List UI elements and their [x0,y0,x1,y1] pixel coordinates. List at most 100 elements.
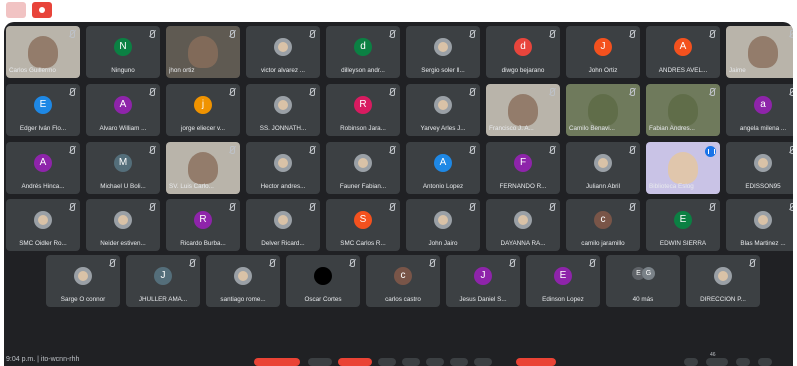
mic-off-icon [510,259,515,267]
record-icon[interactable] [32,2,52,18]
participant-tile[interactable]: Jaime [726,26,793,78]
participant-tile[interactable]: S SMC Carlos R... [326,199,400,251]
participant-tile[interactable]: A Andrés Hinca... [6,142,80,194]
participant-name: Delver Ricard... [261,240,305,247]
participant-tile[interactable]: SS. JONNATH... [246,84,320,136]
avatar: E [554,267,572,285]
participant-tile[interactable]: DAYANNA RA... [486,199,560,251]
participant-tile[interactable]: R Ricardo Burba... [166,199,240,251]
participant-tile[interactable]: A Alvaro William ... [86,84,160,136]
participant-tile[interactable]: SV. Luis Carlo... [166,142,240,194]
participant-name: John Jairo [428,240,458,247]
participant-name: Camilo Benavi... [569,125,615,132]
avatar-photo [434,38,452,56]
participant-tile[interactable]: DIRECCIÓN P... [686,255,760,307]
mic-off-icon [550,88,555,96]
participant-tile[interactable]: a angela milena ... [726,84,793,136]
participant-tile[interactable]: Juliann Abril [566,142,640,194]
participant-tile[interactable]: Carlos Guillermo [6,26,80,78]
present-button[interactable] [426,358,444,366]
participant-name: Hector andres... [260,183,306,190]
tab-icon[interactable] [6,2,26,18]
people-button[interactable]: 46 [706,352,728,366]
participant-tile[interactable]: Sarge O connor [46,255,120,307]
mic-off-icon [230,146,235,154]
participant-tile[interactable]: N Ninguno [86,26,160,78]
mic-toggle-button[interactable] [254,358,300,366]
more-options-button[interactable] [474,358,492,366]
participant-tile[interactable]: M Michael U Boli... [86,142,160,194]
participant-tile[interactable]: Yarvey Arles J... [406,84,480,136]
tile-row: Sarge O connor J JHULLER AMA... santiago ro… [4,255,793,307]
participant-tile[interactable]: E EDWIN SIERRA [646,199,720,251]
raise-hand-button[interactable] [450,358,468,366]
participant-name: jhon ortiz [169,67,195,74]
participant-tile[interactable]: Oscar Cortes [286,255,360,307]
participant-name: Jaime [729,67,746,74]
participant-tile[interactable]: victor alvarez ... [246,26,320,78]
participant-tile[interactable]: SMC Oidler Ro... [6,199,80,251]
avatar: R [194,211,212,229]
participant-tile[interactable]: Hector andres... [246,142,320,194]
avatar-photo [434,211,452,229]
reactions-button[interactable] [402,358,420,366]
avatar-photo [274,38,292,56]
participant-tile[interactable]: Neider estiven... [86,199,160,251]
mic-off-icon [790,88,793,96]
participant-tile[interactable]: A Antonio Lopez [406,142,480,194]
participant-tile[interactable]: Sergio soler ll... [406,26,480,78]
mic-off-icon [630,146,635,154]
tile-row: Carlos Guillermo N Ninguno jhon ortiz victor… [4,26,793,78]
participant-tile[interactable]: Biblioteca Eslog [646,142,720,194]
participant-tile[interactable]: J Jesus Daniel S... [446,255,520,307]
mic-off-icon [390,146,395,154]
info-button[interactable] [684,358,698,366]
participant-tile[interactable]: d dilleyson andr... [326,26,400,78]
participant-tile[interactable]: c camilo jaramillo [566,199,640,251]
participant-name: santiago rome... [220,296,266,303]
camera-toggle-button[interactable] [308,358,332,366]
mic-off-icon [190,259,195,267]
participant-tile[interactable]: E Edger Iván Flo... [6,84,80,136]
participant-tile[interactable]: santiago rome... [206,255,280,307]
participant-tile[interactable]: Camilo Benavi... [566,84,640,136]
participant-tile[interactable]: E Edinson Lopez [526,255,600,307]
participant-tile[interactable]: R Robinson Jara... [326,84,400,136]
participant-tile[interactable]: Delver Ricard... [246,199,320,251]
avatar-photo [754,154,772,172]
captions-button[interactable] [378,358,396,366]
participant-tile[interactable]: F FERNANDO R... [486,142,560,194]
avatar-photo [234,267,252,285]
mic-off-icon [310,88,315,96]
participant-name: Neider estiven... [100,240,146,247]
leave-call-button[interactable] [516,358,556,366]
participant-tile[interactable]: d diwgo bejarano [486,26,560,78]
participant-tile[interactable]: j jorge eliecer v... [166,84,240,136]
participant-tile[interactable]: A ANDRES AVEL... [646,26,720,78]
participant-name: DIRECCIÓN P... [700,296,746,303]
participant-tile[interactable]: John Jairo [406,199,480,251]
chat-button[interactable] [736,358,750,366]
participant-name: victor alvarez ... [260,67,306,74]
participant-name: camilo jaramillo [581,240,625,247]
participant-tile[interactable]: EDISSON95 [726,142,793,194]
participant-tile[interactable]: jhon ortiz [166,26,240,78]
participant-tile[interactable]: J JHULLER AMA... [126,255,200,307]
avatar-photo [34,211,52,229]
mic-off-icon [630,30,635,38]
participant-tile[interactable]: Fauner Fabian... [326,142,400,194]
participant-tile[interactable]: Francisco J. A... [486,84,560,136]
tile-row: A Andrés Hinca... M Michael U Boli... SV. Lu… [4,142,793,194]
more-participants-tile[interactable]: E G 40 más [606,255,680,307]
mic-off-icon [230,203,235,211]
mic-off-icon [70,88,75,96]
camera-off-button[interactable] [338,358,372,366]
participant-tile[interactable]: c carlos castro [366,255,440,307]
participant-name: Michael U Boli... [100,183,146,190]
participant-tile[interactable]: Fabian Andres... [646,84,720,136]
participant-tile[interactable]: Blas Martinez ... [726,199,793,251]
participant-tile[interactable]: J John Ortiz [566,26,640,78]
participant-name: SMC Oidler Ro... [19,240,67,247]
activities-button[interactable] [758,358,772,366]
avatar: a [754,96,772,114]
